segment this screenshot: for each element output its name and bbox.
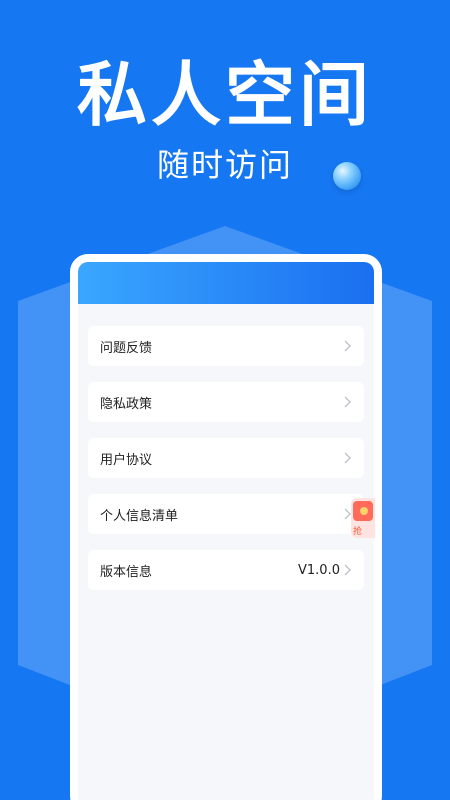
chevron-right-icon bbox=[344, 396, 351, 408]
menu-item-user-agreement[interactable]: 用户协议 bbox=[88, 438, 364, 478]
menu-item-feedback[interactable]: 问题反馈 bbox=[88, 326, 364, 366]
menu-item-version-info[interactable]: 版本信息 V1.0.0 bbox=[88, 550, 364, 590]
menu-item-personal-info-list[interactable]: 个人信息清单 bbox=[88, 494, 364, 534]
red-envelope-icon bbox=[353, 501, 373, 521]
menu-item-label: 问题反馈 bbox=[100, 340, 153, 356]
hero-subtitle: 随时访问 bbox=[156, 146, 293, 184]
hero-title: 私人空间 bbox=[77, 54, 373, 136]
chevron-right-icon bbox=[344, 564, 351, 576]
bubble-decoration bbox=[333, 162, 361, 190]
floating-badge-text: 抢 bbox=[353, 527, 363, 537]
menu-item-label: 版本信息 bbox=[100, 564, 153, 580]
menu-item-label: 隐私政策 bbox=[100, 396, 153, 412]
menu-item-privacy-policy[interactable]: 隐私政策 bbox=[88, 382, 364, 422]
phone-header-bar bbox=[78, 262, 374, 304]
menu-item-label: 个人信息清单 bbox=[100, 508, 179, 524]
chevron-right-icon bbox=[344, 340, 351, 352]
envelope-seal bbox=[360, 507, 368, 515]
floating-red-envelope-button[interactable]: 抢 bbox=[351, 498, 375, 538]
chevron-right-icon bbox=[344, 452, 351, 464]
version-value: V1.0.0 bbox=[298, 562, 340, 578]
settings-menu: 问题反馈 隐私政策 用户协议 个人信息清单 版本信息 V1.0.0 bbox=[88, 326, 364, 606]
phone-mockup: 问题反馈 隐私政策 用户协议 个人信息清单 版本信息 V1.0.0 bbox=[70, 254, 382, 800]
menu-item-label: 用户协议 bbox=[100, 452, 153, 468]
